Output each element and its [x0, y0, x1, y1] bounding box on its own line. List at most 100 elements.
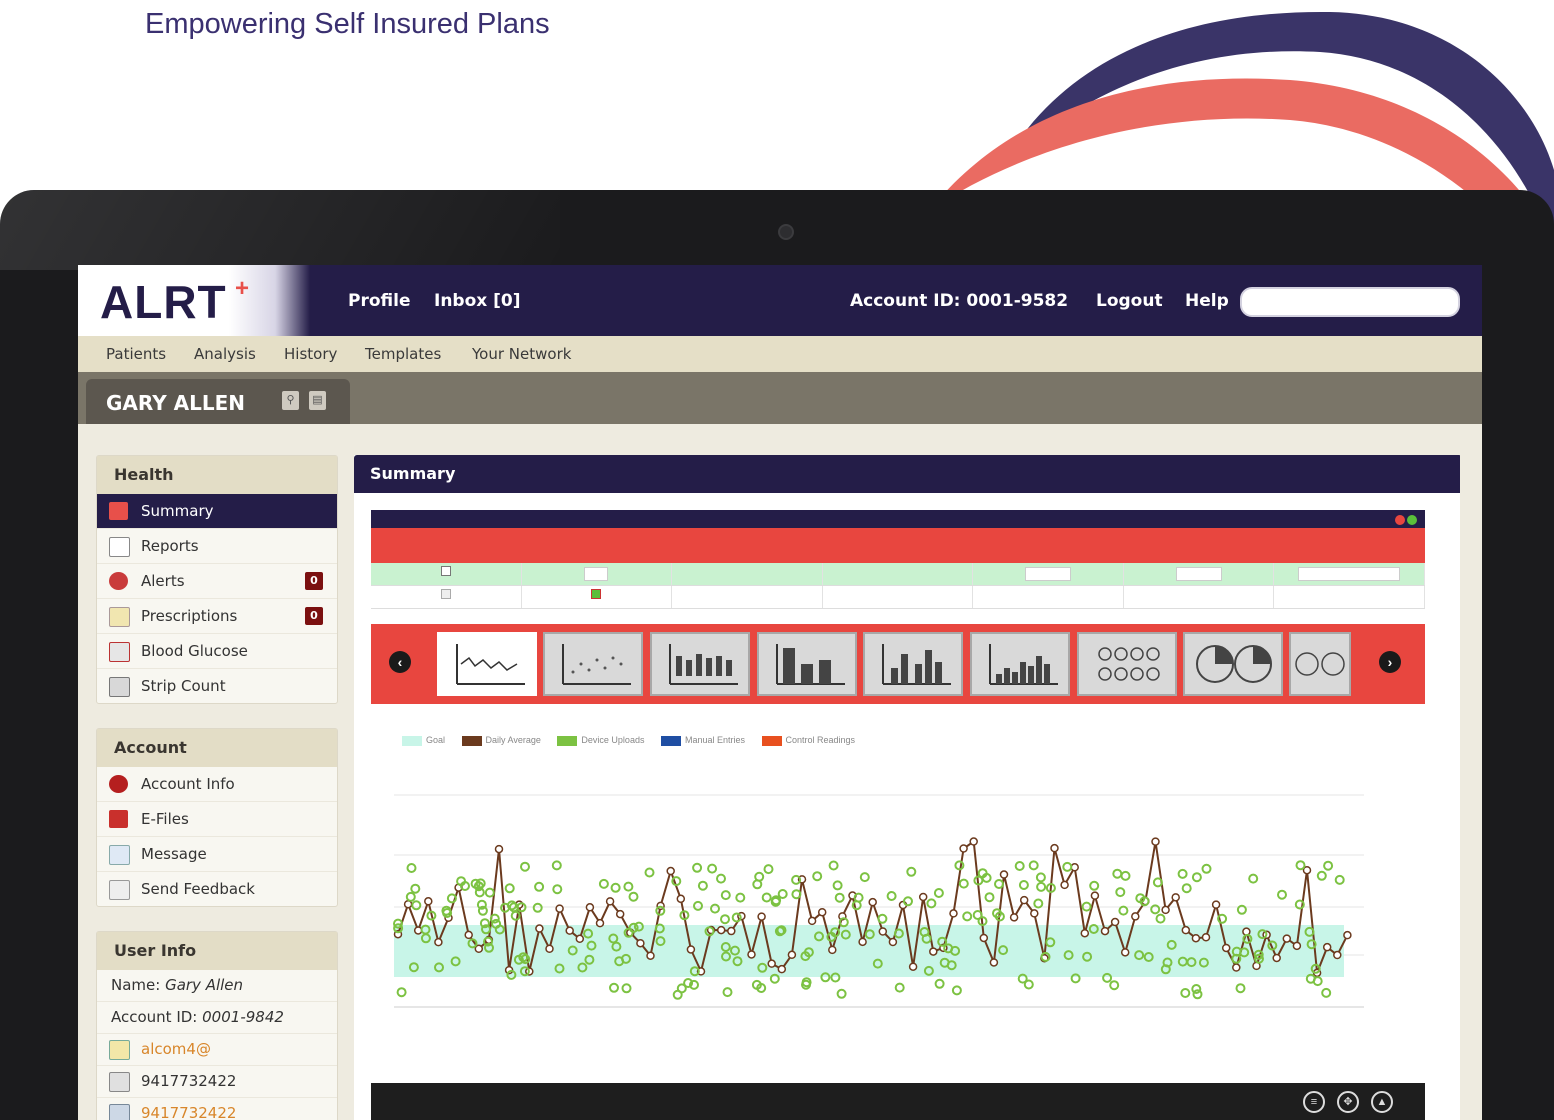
expiration-input[interactable] — [1175, 566, 1222, 581]
daily-average-point — [545, 944, 554, 953]
search-icon[interactable]: ⚲ — [282, 391, 299, 410]
user-mobile-value: 9417732422 — [141, 1104, 237, 1120]
device-upload-point — [623, 881, 634, 892]
table-row[interactable] — [371, 586, 1426, 609]
menu-your-network[interactable]: Your Network — [472, 345, 571, 363]
sidebar-item-blood-glucose[interactable]: Blood Glucose — [97, 634, 337, 669]
sidebar-item-summary[interactable]: Summary — [97, 494, 337, 529]
sidebar-item-label: Prescriptions — [141, 607, 238, 625]
row-checkbox[interactable] — [440, 589, 451, 599]
device-upload-point — [1112, 868, 1123, 879]
device-upload-point — [621, 983, 632, 994]
thumb-bar-chart-2[interactable] — [863, 632, 963, 696]
thumb-histogram[interactable] — [970, 632, 1070, 696]
print-icon[interactable]: ▲ — [1371, 1091, 1393, 1113]
close-dot-icon[interactable] — [1395, 515, 1405, 525]
patient-bar: GARY ALLEN ⚲ ▤ — [78, 372, 1482, 424]
sidebar-item-send-feedback[interactable]: Send Feedback — [97, 872, 337, 906]
menu-patients[interactable]: Patients — [106, 345, 166, 363]
record-icon[interactable]: ▤ — [309, 391, 326, 410]
table-row[interactable] — [371, 563, 1426, 586]
logo[interactable]: ALRT — [100, 275, 227, 329]
refill-input[interactable] — [584, 566, 609, 581]
sidebar-item-prescriptions[interactable]: Prescriptions 0 — [97, 599, 337, 634]
user-email-value[interactable]: alcom4@ — [141, 1040, 211, 1058]
info-icon — [109, 775, 128, 793]
user-account-id: Account ID: 0001-9842 — [97, 1002, 337, 1034]
help-link[interactable]: Help — [1185, 291, 1229, 311]
daily-average-point — [1050, 843, 1059, 853]
daily-average-point — [1120, 948, 1130, 957]
thumb-candle-chart[interactable] — [650, 632, 750, 696]
device-upload-point — [934, 978, 945, 989]
thumb-dot-grid[interactable] — [1077, 632, 1177, 696]
menu-history[interactable]: History — [284, 345, 337, 363]
device-upload-point — [707, 863, 718, 874]
device-upload-point — [958, 878, 969, 889]
expand-dot-icon[interactable] — [1407, 515, 1417, 525]
device-upload-point — [894, 982, 905, 993]
sidebar-item-strip-count[interactable]: Strip Count — [97, 669, 337, 703]
device-upload-point — [1109, 980, 1120, 991]
account-heading: Account — [97, 729, 337, 767]
daily-average-point — [666, 866, 675, 876]
user-info-heading: User Info — [97, 932, 337, 970]
legend-label: Device Uploads — [581, 735, 645, 745]
sidebar-item-account-info[interactable]: Account Info — [97, 767, 337, 802]
carousel-prev-icon[interactable]: ‹ — [389, 651, 411, 673]
patient-tab[interactable]: GARY ALLEN ⚲ ▤ — [86, 379, 350, 424]
scatter-chart-thumb-icon — [562, 644, 631, 685]
daily-average-point — [959, 844, 968, 853]
daily-average-point — [535, 924, 544, 933]
thumb-scatter-chart[interactable] — [543, 632, 643, 696]
legend-label: Manual Entries — [684, 735, 745, 745]
row-checkbox[interactable] — [440, 566, 451, 576]
sidebar-item-alerts[interactable]: Alerts 0 — [97, 564, 337, 599]
daily-average-point — [464, 930, 473, 940]
sidebar-item-message[interactable]: Message — [97, 837, 337, 872]
daily-average-point — [1019, 895, 1029, 905]
nav-profile[interactable]: Profile — [348, 291, 410, 311]
user-info-panel: User Info Name: Gary Allen Account ID: 0… — [96, 931, 338, 1120]
device-upload-point — [735, 892, 746, 903]
date-input[interactable] — [1025, 566, 1072, 581]
device-upload-point — [551, 860, 562, 871]
daily-average-point — [878, 927, 888, 936]
health-panel: Health Summary Reports Alerts 0 Prescrip… — [96, 455, 338, 704]
thumb-line-chart[interactable] — [437, 632, 537, 696]
thumb-bar-chart[interactable] — [757, 632, 857, 696]
legend-swatch-device-uploads — [557, 735, 578, 746]
menu-templates[interactable]: Templates — [365, 345, 441, 363]
legend-label: Daily Average — [485, 735, 541, 745]
logout-link[interactable]: Logout — [1096, 291, 1163, 311]
sidebar-item-e-files[interactable]: E-Files — [97, 802, 337, 837]
legend-swatch-manual-entries — [660, 735, 681, 746]
device-upload-point — [906, 866, 917, 877]
carousel-next-icon[interactable]: › — [1379, 651, 1401, 673]
daily-average-point — [1211, 900, 1221, 909]
sidebar-item-reports[interactable]: Reports — [97, 529, 337, 564]
thumb-pie-chart[interactable] — [1183, 632, 1283, 696]
daily-average-point — [585, 903, 595, 912]
search-input[interactable] — [1240, 287, 1460, 317]
daily-average-point — [1110, 917, 1120, 927]
user-name-label: Name: — [111, 976, 166, 994]
device-upload-point — [877, 913, 888, 924]
device-upload-point — [411, 900, 422, 911]
user-account-value: 0001-9842 — [202, 1008, 284, 1026]
daily-average-point — [747, 950, 756, 959]
expand-icon[interactable]: ✥ — [1337, 1091, 1359, 1113]
list-icon[interactable]: ≡ — [1303, 1091, 1325, 1113]
thumb-pie-small[interactable] — [1289, 632, 1351, 696]
chart-legend: Goal Daily Average Device Uploads Manual… — [402, 735, 869, 746]
daily-average-point — [1292, 941, 1302, 951]
menu-analysis[interactable]: Analysis — [194, 345, 256, 363]
device-upload-point — [1177, 868, 1188, 879]
message-icon — [109, 845, 130, 865]
sidebar-item-label: Blood Glucose — [141, 642, 248, 660]
user-email[interactable]: alcom4@ — [97, 1034, 337, 1066]
user-phone: 9417732422 — [97, 1066, 337, 1098]
nav-inbox[interactable]: Inbox [0] — [434, 291, 521, 311]
comment-input[interactable] — [1298, 566, 1401, 581]
daily-average-point — [716, 925, 726, 935]
